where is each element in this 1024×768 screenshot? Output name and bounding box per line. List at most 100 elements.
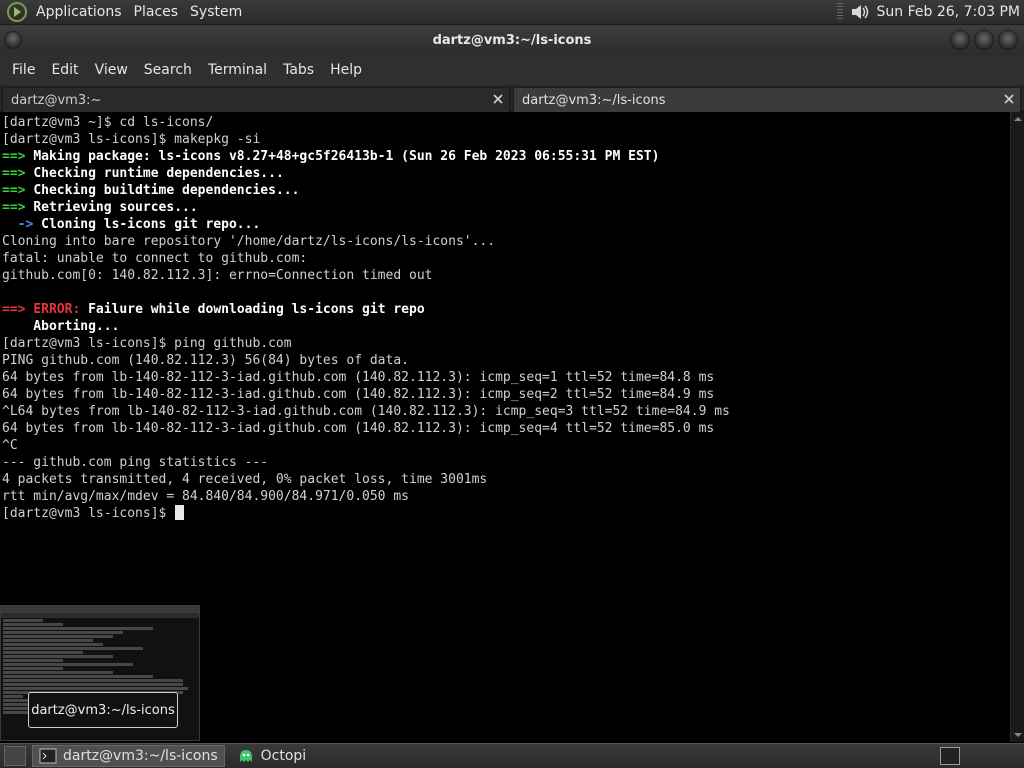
terminal-text: PING github.com (140.82.112.3) 56(84) by… [2,353,409,368]
terminal-line: ==> ERROR: Failure while downloading ls-… [2,301,1010,318]
scroll-up-icon[interactable] [1013,114,1023,124]
terminal-line: PING github.com (140.82.112.3) 56(84) by… [2,352,1010,369]
terminal-text: -> [2,217,42,232]
terminal-text: 4 packets transmitted, 4 received, 0% pa… [2,472,488,487]
scroll-down-icon[interactable] [1013,730,1023,740]
taskbar-item-label: dartz@vm3:~/ls-icons [63,748,218,764]
preview-line [3,639,93,642]
terminal-text: ^L64 bytes from lb-140-82-112-3-iad.gith… [2,404,730,419]
terminal-line: 64 bytes from lb-140-82-112-3-iad.github… [2,420,1010,437]
terminal-line: [dartz@vm3 ls-icons]$ [2,505,1010,522]
minimize-button[interactable] [950,30,970,50]
menu-tabs[interactable]: Tabs [275,62,322,78]
close-button[interactable] [998,30,1018,50]
terminal-text: ^C [2,438,18,453]
bottom-panel: dartz@vm3:~/ls-icons Octopi [0,743,1024,768]
terminal-text: ERROR: [33,302,89,317]
terminal-line: ==> Checking buildtime dependencies... [2,182,1010,199]
octopi-icon [239,750,252,762]
panel-handle[interactable] [836,3,843,21]
terminal-text: Checking buildtime dependencies... [33,183,300,198]
terminal-text: ==> [2,149,34,164]
terminal-line: github.com[0: 140.82.112.3]: errno=Conne… [2,267,1010,284]
preview-line [3,663,133,666]
clock[interactable]: Sun Feb 26, 7:03 PM [877,4,1024,20]
terminal-text: rtt min/avg/max/mdev = 84.840/84.900/84.… [2,489,409,504]
terminal-text: 64 bytes from lb-140-82-112-3-iad.github… [2,387,715,402]
show-desktop-icon[interactable] [4,746,26,766]
preview-line [3,619,43,622]
close-tab-icon[interactable] [491,92,505,106]
terminal-text: Making package: ls-icons v8.27+48+gc5f26… [33,149,660,164]
preview-line [3,635,113,638]
distro-logo-icon[interactable] [6,1,28,23]
window-title-bar[interactable]: dartz@vm3:~/ls-icons [0,25,1024,55]
taskbar-item-terminal[interactable]: dartz@vm3:~/ls-icons [32,745,225,767]
terminal-line: [dartz@vm3 ls-icons]$ makepkg -si [2,131,1010,148]
tab-ls-icons[interactable]: dartz@vm3:~/ls-icons [513,87,1021,112]
terminal-icon [39,748,57,764]
terminal-text: Cloning ls-icons git repo... [41,217,261,232]
terminal-text: Checking runtime dependencies... [33,166,284,181]
terminal-text: --- github.com ping statistics --- [2,455,269,470]
window-title: dartz@vm3:~/ls-icons [432,32,592,48]
terminal-line: 64 bytes from lb-140-82-112-3-iad.github… [2,386,1010,403]
terminal-text: [dartz@vm3 ls-icons]$ ping github.com [2,336,292,351]
terminal-cursor [175,505,185,520]
menu-edit[interactable]: Edit [43,62,86,78]
tab-label: dartz@vm3:~ [11,92,102,108]
menu-help[interactable]: Help [322,62,370,78]
terminal-text: Failure while downloading ls-icons git r… [88,302,425,317]
tray-terminal-icon[interactable] [940,747,960,765]
preview-menubar [1,613,199,618]
preview-line [3,651,83,654]
preview-line [3,695,23,698]
close-tab-icon[interactable] [1002,92,1016,106]
terminal-text: 64 bytes from lb-140-82-112-3-iad.github… [2,421,715,436]
menu-terminal[interactable]: Terminal [200,62,275,78]
preview-line [3,659,63,662]
preview-line [3,683,183,686]
taskbar-item-label: Octopi [260,748,307,764]
maximize-button[interactable] [974,30,994,50]
terminal-text: ==> [2,166,34,181]
menu-file[interactable]: File [4,62,43,78]
terminal-text: [dartz@vm3 ls-icons]$ makepkg -si [2,132,261,147]
menu-search[interactable]: Search [136,62,200,78]
terminal-line: ^L64 bytes from lb-140-82-112-3-iad.gith… [2,403,1010,420]
terminal-text: fatal: unable to connect to github.com: [2,251,308,266]
window-menu-button[interactable] [4,31,22,49]
preview-line [3,627,153,630]
terminal-text: Cloning into bare repository '/home/dart… [2,234,496,249]
terminal-text: ==> [2,183,34,198]
terminal-text: Aborting... [2,319,120,334]
terminal-scrollbar[interactable] [1010,112,1024,742]
places-menu[interactable]: Places [128,4,185,20]
system-menu[interactable]: System [184,4,248,20]
terminal-text: [dartz@vm3 ~]$ cd ls-icons/ [2,115,214,130]
terminal-line: fatal: unable to connect to github.com: [2,250,1010,267]
terminal-line: ==> Checking runtime dependencies... [2,165,1010,182]
menubar: File Edit View Search Terminal Tabs Help [0,55,1024,85]
tab-home[interactable]: dartz@vm3:~ [2,87,510,112]
preview-line [3,667,63,670]
preview-line [3,687,188,690]
panel-right: Sun Feb 26, 7:03 PM [836,0,1024,24]
terminal-line: [dartz@vm3 ls-icons]$ ping github.com [2,335,1010,352]
terminal-line: ==> Making package: ls-icons v8.27+48+gc… [2,148,1010,165]
terminal-line: ^C [2,437,1010,454]
preview-line [3,675,153,678]
terminal-text: ==> [2,302,34,317]
menu-view[interactable]: View [87,62,136,78]
applications-menu[interactable]: Applications [30,4,128,20]
terminal-text: github.com[0: 140.82.112.3]: errno=Conne… [2,268,433,283]
tab-bar: dartz@vm3:~ dartz@vm3:~/ls-icons [0,85,1024,112]
preview-line [3,655,113,658]
taskbar-item-octopi[interactable]: Octopi [231,745,313,767]
terminal-line: -> Cloning ls-icons git repo... [2,216,1010,233]
terminal-line: 64 bytes from lb-140-82-112-3-iad.github… [2,369,1010,386]
terminal-line: 4 packets transmitted, 4 received, 0% pa… [2,471,1010,488]
volume-icon[interactable] [849,1,871,23]
terminal-line: Aborting... [2,318,1010,335]
